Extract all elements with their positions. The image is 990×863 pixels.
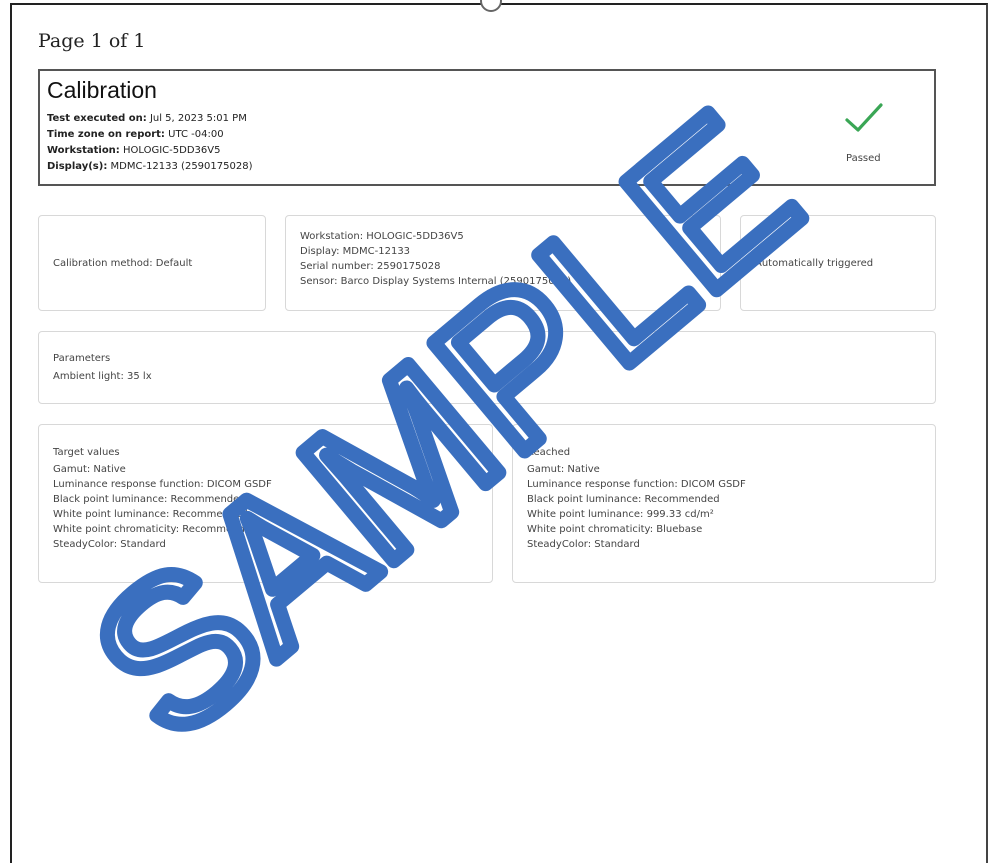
target-steadycolor: SteadyColor: Standard (53, 539, 166, 550)
reached-white-point-chromaticity: White point chromaticity: Bluebase (527, 524, 703, 535)
target-white-point-luminance: White point luminance: Recommended (53, 509, 248, 520)
report-header: Calibration Test executed on: Jul 5, 202… (38, 69, 936, 186)
status-badge: Passed (846, 153, 881, 164)
meta-workstation: Workstation: HOLOGIC-5DD36V5 (47, 145, 221, 156)
info-sensor: Sensor: Barco Display Systems Internal (… (300, 276, 572, 287)
target-white-point-chromaticity: White point chromaticity: Recommended (53, 524, 258, 535)
target-values-title: Target values (53, 447, 120, 458)
calibration-method-text: Calibration method: Default (53, 258, 193, 269)
reached-gamut: Gamut: Native (527, 464, 600, 475)
report-meta: Test executed on: Jul 5, 2023 5:01 PM Ti… (47, 111, 252, 175)
reached-values-title: Reached (527, 447, 571, 458)
target-gamut: Gamut: Native (53, 464, 126, 475)
trigger-card: Automatically triggered (740, 215, 936, 311)
target-values-card: Target values Gamut: Native Luminance re… (38, 424, 493, 583)
reached-black-point: Black point luminance: Recommended (527, 494, 720, 505)
meta-time-zone: Time zone on report: UTC -04:00 (47, 129, 224, 140)
reached-steadycolor: SteadyColor: Standard (527, 539, 640, 550)
calibration-method-card: Calibration method: Default (38, 215, 266, 311)
info-workstation: Workstation: HOLOGIC-5DD36V5 (300, 231, 464, 242)
meta-test-executed: Test executed on: Jul 5, 2023 5:01 PM (47, 113, 247, 124)
trigger-text: Automatically triggered (755, 258, 874, 269)
parameters-card: Parameters Ambient light: 35 lx (38, 331, 936, 404)
checkmark-icon (845, 103, 883, 132)
report-title: Calibration (47, 77, 157, 103)
page-indicator: Page 1 of 1 (38, 30, 146, 52)
parameters-ambient-light: Ambient light: 35 lx (53, 371, 152, 382)
reached-white-point-luminance: White point luminance: 999.33 cd/m² (527, 509, 714, 520)
parameters-title: Parameters (53, 353, 111, 364)
reached-luminance-response: Luminance response function: DICOM GSDF (527, 479, 746, 490)
reached-values-card: Reached Gamut: Native Luminance response… (512, 424, 936, 583)
info-serial-number: Serial number: 2590175028 (300, 261, 441, 272)
meta-displays: Display(s): MDMC-12133 (2590175028) (47, 161, 253, 172)
info-display: Display: MDMC-12133 (300, 246, 411, 257)
workstation-info-card: Workstation: HOLOGIC-5DD36V5 Display: MD… (285, 215, 721, 311)
target-black-point: Black point luminance: Recommended (53, 494, 246, 505)
target-luminance-response: Luminance response function: DICOM GSDF (53, 479, 272, 490)
